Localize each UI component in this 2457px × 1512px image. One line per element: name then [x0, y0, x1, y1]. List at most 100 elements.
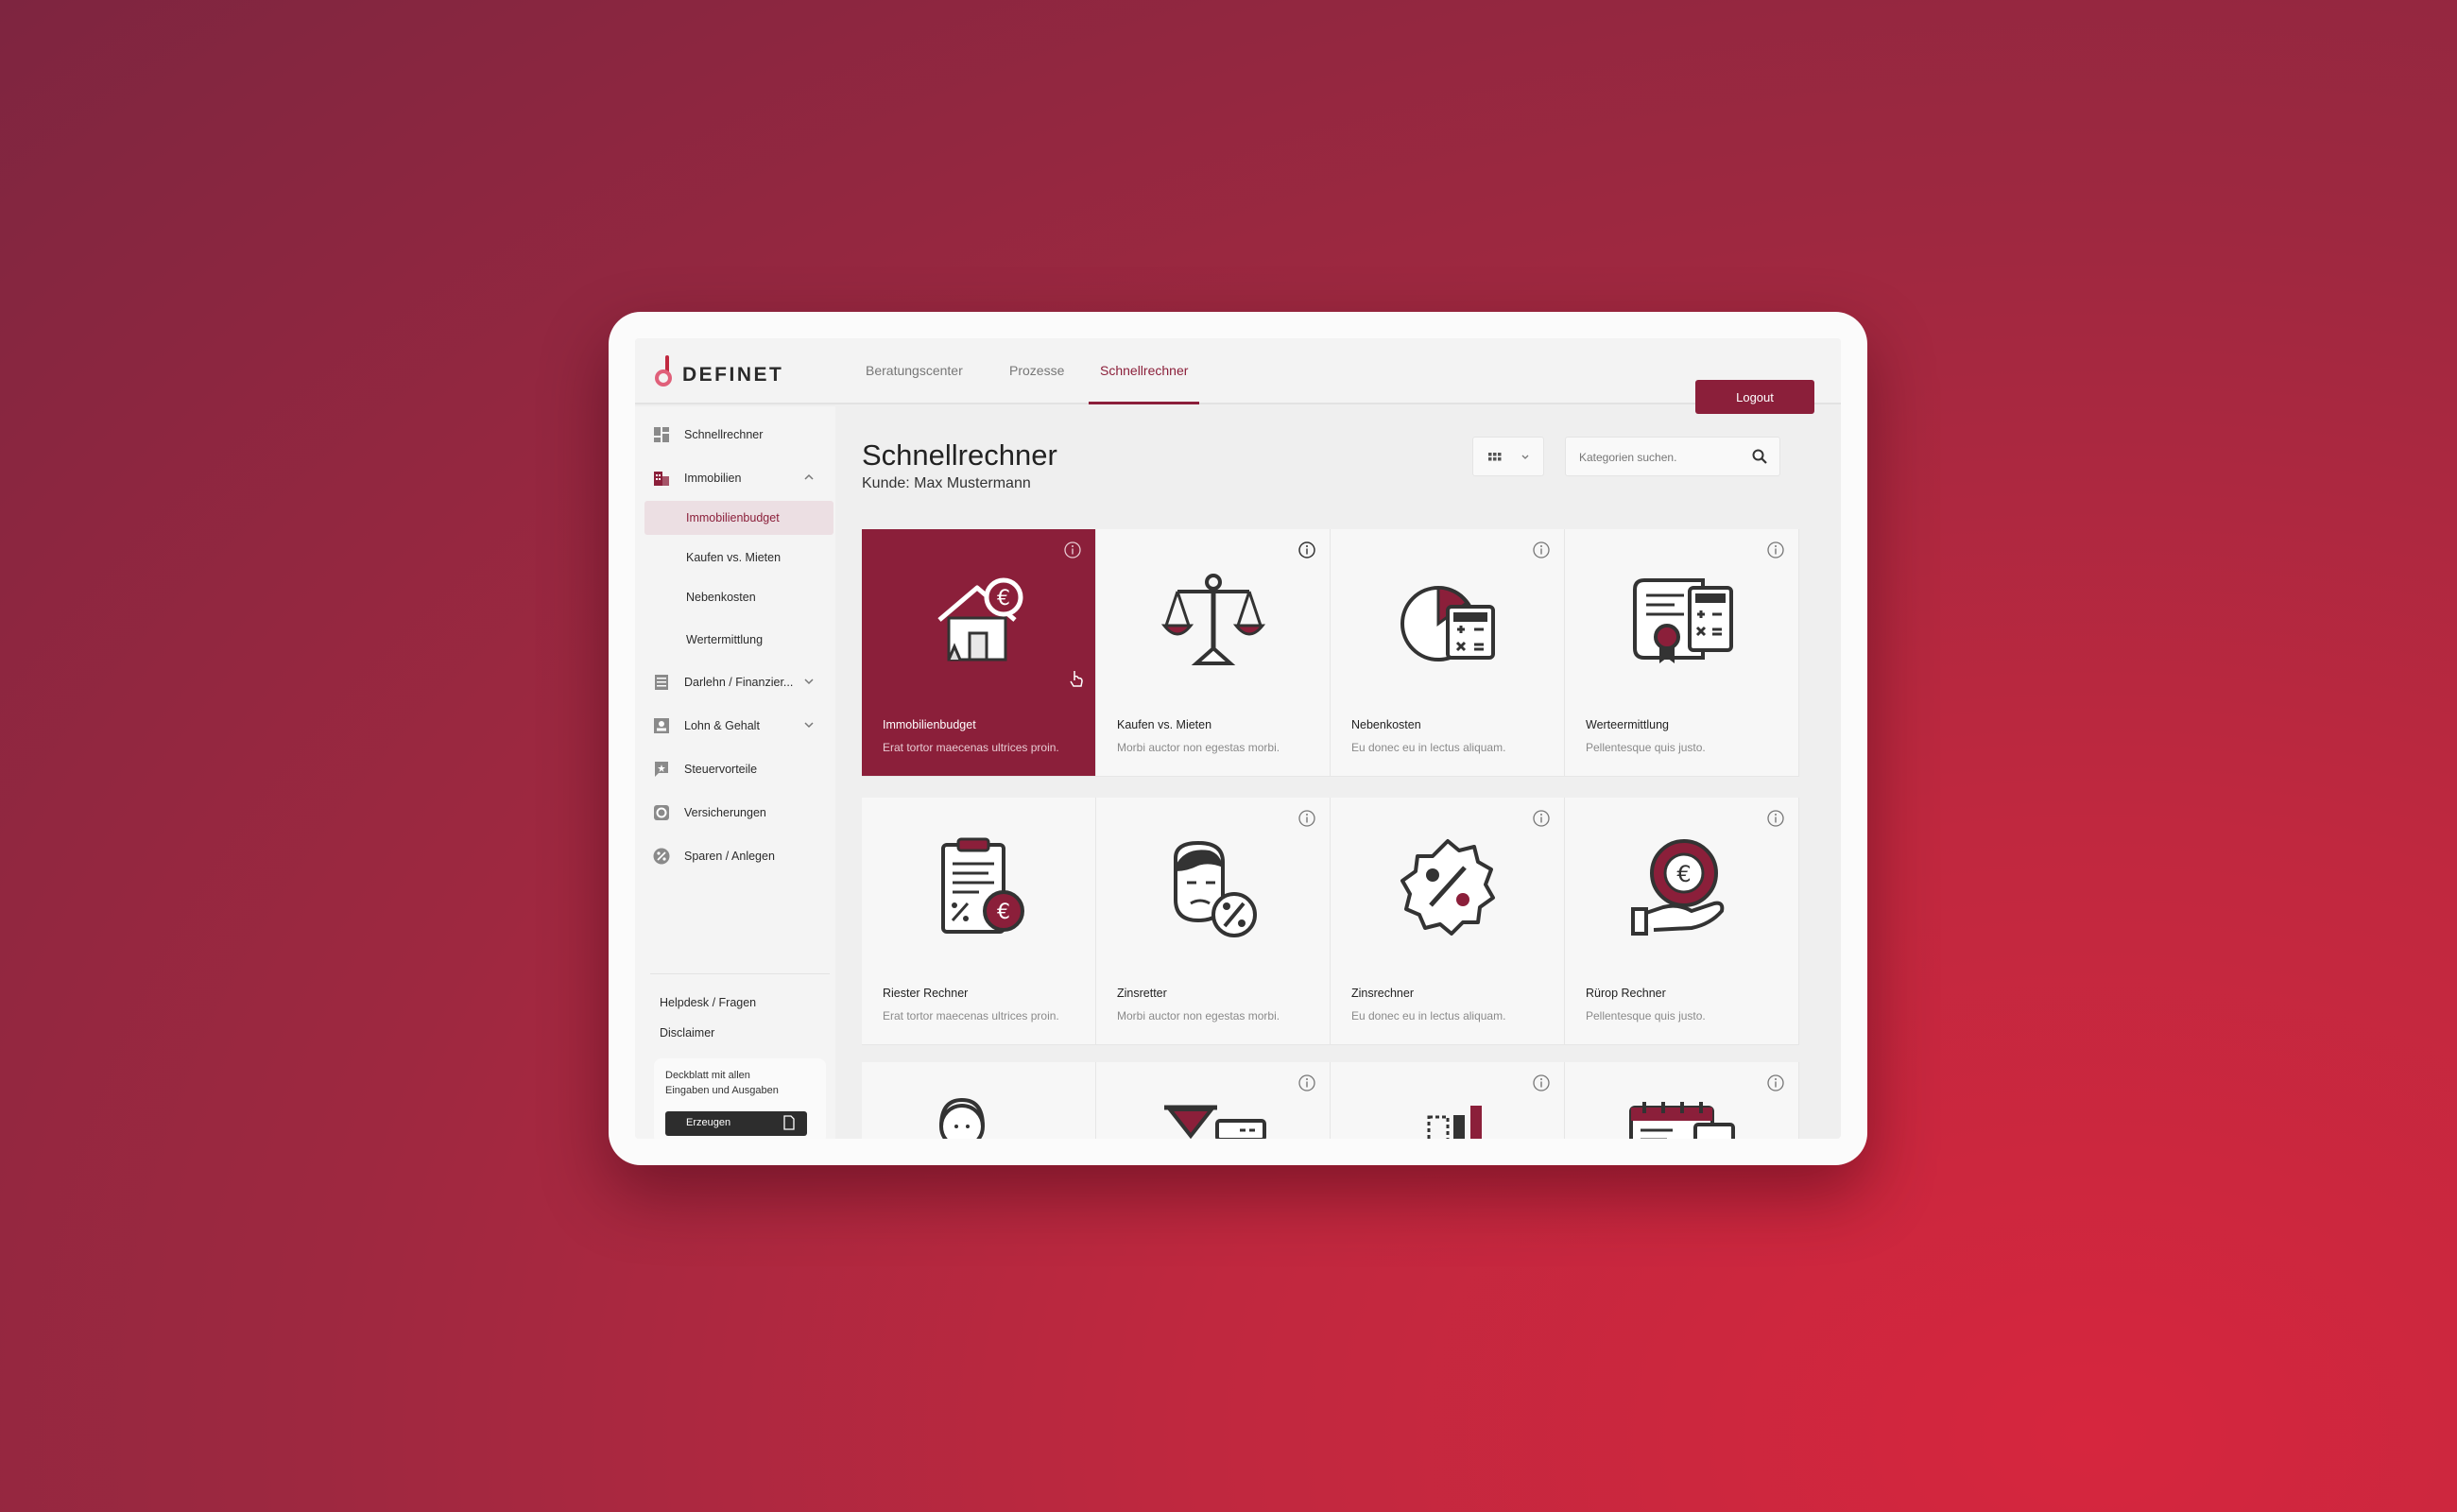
card-partial[interactable]	[1096, 1062, 1331, 1139]
building-icon	[654, 472, 669, 486]
info-icon[interactable]	[1766, 541, 1785, 559]
card-zinsretter[interactable]: Zinsretter Morbi auctor non egestas morb…	[1096, 798, 1331, 1045]
card-title: Rürop Rechner	[1586, 987, 1666, 1000]
card-partial[interactable]	[1331, 1062, 1565, 1139]
card-title: Riester Rechner	[883, 987, 969, 1000]
tab-schnellrechner[interactable]: Schnellrechner	[1089, 338, 1200, 404]
sidebar-item-label: Lohn & Gehalt	[684, 719, 760, 732]
card-description: Eu donec eu in lectus aliquam.	[1351, 1009, 1506, 1022]
hand-cursor-icon	[1070, 671, 1083, 687]
card-immobilienbudget[interactable]: € Immobilienbudget Erat tortor maecenas …	[862, 529, 1096, 777]
card-partial[interactable]	[1565, 1062, 1799, 1139]
top-navigation-bar: DEFINET Beratungscenter Prozesse Schnell…	[635, 338, 1841, 404]
logo-d-icon	[655, 355, 672, 387]
svg-text:€: €	[997, 901, 1010, 924]
pie-calculator-icon	[1400, 586, 1495, 662]
sidebar-item-sparen-anlegen[interactable]: Sparen / Anlegen	[643, 839, 828, 873]
flag-icon	[655, 762, 668, 777]
info-icon[interactable]	[1532, 1074, 1551, 1092]
certificate-calculator-icon	[1633, 578, 1733, 663]
sidebar-item-immobilien[interactable]: Immobilien	[643, 461, 828, 495]
card-title: Immobilienbudget	[883, 718, 976, 731]
app-screen: DEFINET Beratungscenter Prozesse Schnell…	[635, 338, 1841, 1139]
card-description: Morbi auctor non egestas morbi.	[1117, 1009, 1280, 1022]
deckblatt-text: Deckblatt mit allen Eingaben und Ausgabe…	[665, 1070, 779, 1096]
percent-badge-icon	[1400, 839, 1495, 936]
card-title: Nebenkosten	[1351, 718, 1421, 731]
hourglass-icon	[1164, 1105, 1266, 1139]
sidebar-divider	[650, 973, 830, 974]
card-description: Eu donec eu in lectus aliquam.	[1351, 741, 1506, 754]
tablet-frame: DEFINET Beratungscenter Prozesse Schnell…	[609, 312, 1867, 1165]
svg-text:€: €	[997, 587, 1010, 610]
card-partial[interactable]	[862, 1062, 1096, 1139]
shield-icon	[654, 805, 669, 820]
card-description: Pellentesque quis justo.	[1586, 741, 1706, 754]
calendar-icon	[1629, 1102, 1735, 1139]
info-icon[interactable]	[1063, 541, 1082, 559]
tab-beratungscenter[interactable]: Beratungscenter	[866, 338, 963, 404]
chevron-up-icon[interactable]	[803, 472, 815, 483]
card-title: Kaufen vs. Mieten	[1117, 718, 1212, 731]
tab-prozesse[interactable]: Prozesse	[1009, 338, 1064, 404]
info-icon[interactable]	[1532, 541, 1551, 559]
search-input[interactable]	[1579, 447, 1749, 468]
info-icon[interactable]	[1532, 809, 1551, 828]
sidebar-subitem-wertermittlung[interactable]: Wertermittlung	[644, 623, 833, 657]
search-icon[interactable]	[1751, 448, 1768, 465]
chevron-down-icon[interactable]	[803, 719, 815, 730]
sidebar-item-darlehn[interactable]: Darlehn / Finanzier...	[643, 665, 828, 699]
bar-chart-icon	[1427, 1106, 1482, 1139]
sidebar-item-label: Schnellrechner	[684, 428, 764, 441]
deckblatt-generate-button[interactable]: Erzeugen	[665, 1111, 807, 1136]
view-toggle-dropdown[interactable]	[1472, 437, 1544, 476]
sidebar-item-schnellrechner[interactable]: Schnellrechner	[643, 418, 828, 452]
info-icon[interactable]	[1297, 809, 1316, 828]
card-rurop-rechner[interactable]: € Rürop Rechner Pellentesque quis justo.	[1565, 798, 1799, 1045]
card-zinsrechner[interactable]: Zinsrechner Eu donec eu in lectus aliqua…	[1331, 798, 1565, 1045]
card-werteermittlung[interactable]: Werteermittlung Pellentesque quis justo.	[1565, 529, 1799, 777]
deckblatt-panel: Deckblatt mit allen Eingaben und Ausgabe…	[654, 1058, 826, 1139]
sidebar-subitem-nebenkosten[interactable]: Nebenkosten	[644, 580, 833, 614]
sidebar-item-label: Darlehn / Finanzier...	[684, 676, 794, 689]
info-icon[interactable]	[1297, 1074, 1316, 1092]
main-content: Schnellrechner Kunde: Max Mustermann Kat…	[835, 406, 1841, 1139]
deckblatt-button-label: Erzeugen	[686, 1117, 731, 1128]
dashboard-icon	[654, 427, 669, 442]
sidebar-item-lohn-gehalt[interactable]: Lohn & Gehalt	[643, 709, 828, 743]
sidebar: Schnellrechner Immobilien Immobilienbudg…	[635, 406, 835, 1139]
chevron-down-icon[interactable]	[803, 676, 815, 687]
info-icon[interactable]	[1766, 809, 1785, 828]
sidebar-subitem-kaufen-vs-mieten[interactable]: Kaufen vs. Mieten	[644, 541, 833, 575]
info-icon[interactable]	[1297, 541, 1316, 559]
brand-name: DEFINET	[682, 364, 784, 386]
sidebar-item-label: Immobilien	[684, 472, 742, 485]
sidebar-item-steuervorteile[interactable]: Steuervorteile	[643, 752, 828, 786]
search-box[interactable]	[1565, 437, 1780, 476]
page-title: Schnellrechner	[862, 438, 1057, 472]
house-euro-icon: €	[937, 577, 1023, 662]
clipboard-euro-icon: €	[941, 837, 1024, 934]
chevron-down-icon	[1521, 455, 1529, 459]
document-icon	[655, 675, 668, 690]
grid-view-icon	[1488, 453, 1502, 461]
sidebar-subitem-immobilienbudget[interactable]: Immobilienbudget	[644, 501, 833, 535]
card-title: Werteermittlung	[1586, 718, 1669, 731]
card-description: Pellentesque quis justo.	[1586, 1009, 1706, 1022]
brand-logo[interactable]: DEFINET	[654, 355, 783, 387]
svg-text:€: €	[1676, 861, 1691, 887]
sidebar-item-versicherungen[interactable]: Versicherungen	[643, 796, 828, 830]
info-icon[interactable]	[1766, 1074, 1785, 1092]
document-icon	[783, 1115, 795, 1130]
disclaimer-link[interactable]: Disclaimer	[660, 1026, 714, 1040]
card-nebenkosten[interactable]: Nebenkosten Eu donec eu in lectus aliqua…	[1331, 529, 1565, 777]
card-riester-rechner[interactable]: € Riester Rechner Erat tortor maecenas u…	[862, 798, 1096, 1045]
card-kaufen-vs-mieten[interactable]: Kaufen vs. Mieten Morbi auctor non egest…	[1096, 529, 1331, 777]
person-headset-icon	[939, 1097, 985, 1139]
helpdesk-link[interactable]: Helpdesk / Fragen	[660, 996, 756, 1009]
card-title: Zinsretter	[1117, 987, 1167, 1000]
card-description: Erat tortor maecenas ultrices proin.	[883, 741, 1059, 754]
id-card-icon	[654, 718, 669, 733]
card-title: Zinsrechner	[1351, 987, 1414, 1000]
scale-icon	[1160, 574, 1266, 665]
